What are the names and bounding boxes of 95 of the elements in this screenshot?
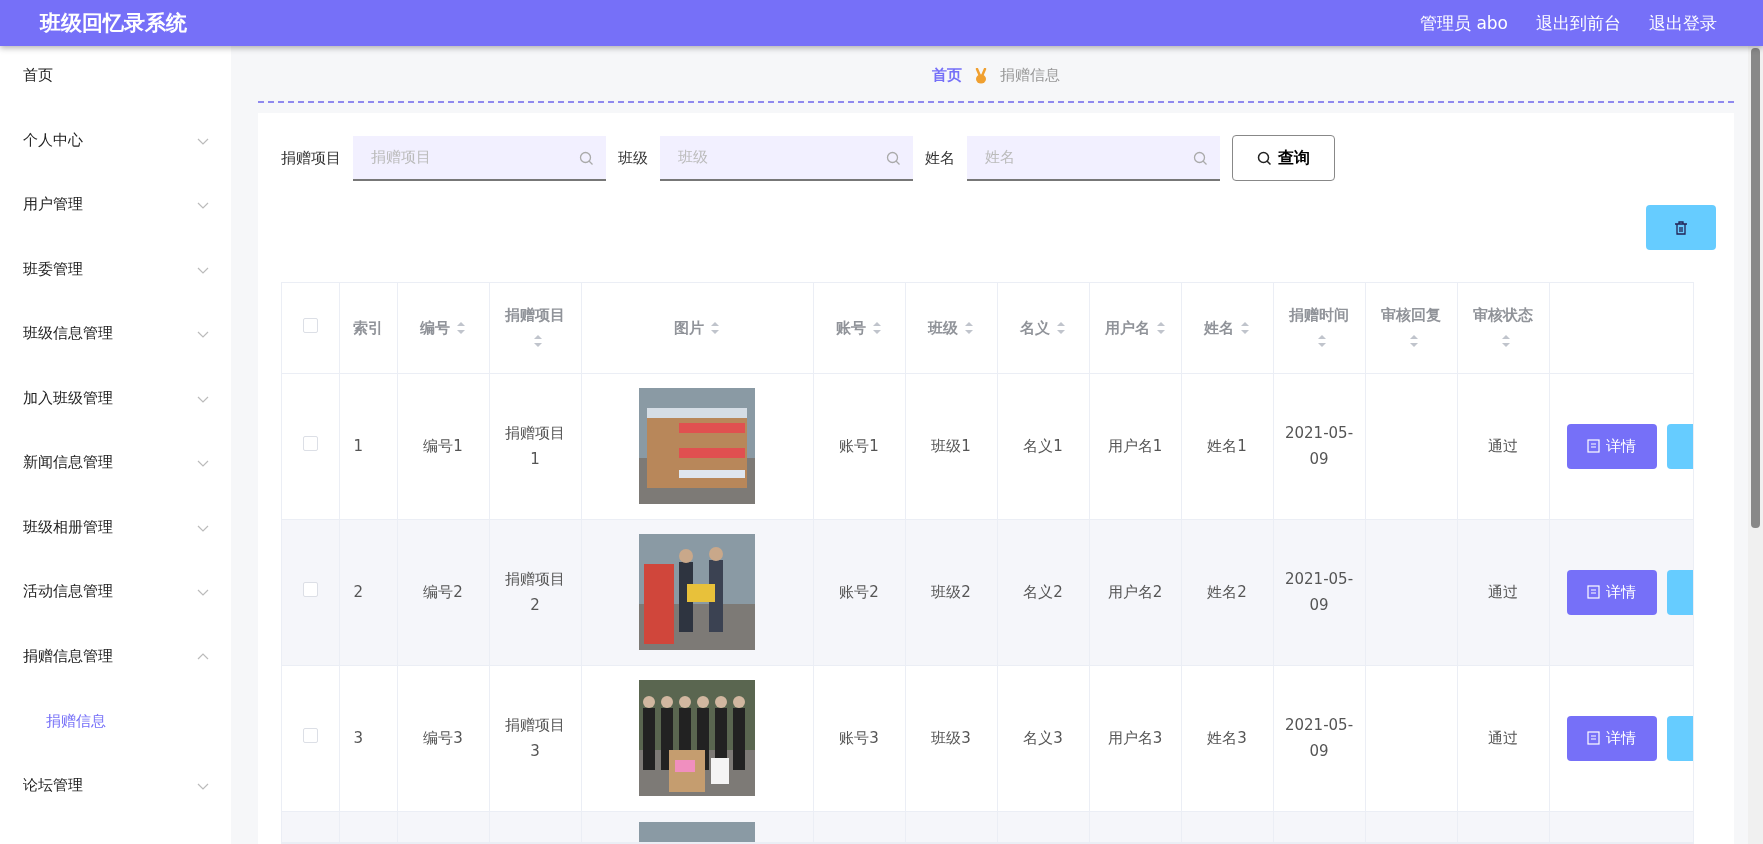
sidebar-item[interactable]: 加入班级管理 — [23, 388, 113, 408]
sidebar-item[interactable]: 个人中心 — [23, 130, 83, 150]
sort-icon[interactable] — [964, 321, 974, 336]
table-cell: 账号1 — [839, 437, 879, 455]
detail-button[interactable]: 详情 — [1566, 423, 1657, 469]
search-field[interactable]: 姓名 — [967, 135, 1220, 181]
table-cell: 通过 — [1488, 583, 1518, 601]
sort-icon[interactable] — [1155, 321, 1166, 336]
column-header[interactable]: 账号 — [836, 318, 866, 337]
sort-icon[interactable] — [710, 321, 720, 336]
column-header[interactable]: 图片 — [674, 318, 704, 337]
table-cell: 用户名2 — [1107, 583, 1163, 601]
detail-button[interactable]: 详情 — [1566, 715, 1657, 761]
table-cell: 2 — [353, 583, 364, 601]
search-icon — [886, 150, 901, 166]
table-cell: 班级2 — [931, 583, 971, 601]
checkbox[interactable] — [302, 582, 318, 597]
scrollbar[interactable] — [1748, 46, 1763, 844]
table-cell: 名义1 — [1023, 437, 1063, 455]
sort-icon[interactable] — [872, 321, 882, 336]
table-cell: 2021-05-09 — [1284, 570, 1354, 614]
table-cell: 名义3 — [1023, 729, 1063, 747]
table-cell: 姓名2 — [1207, 583, 1247, 601]
table-cell: 通过 — [1488, 729, 1518, 747]
header-link[interactable]: 退出登录 — [1649, 11, 1717, 35]
column-header[interactable]: 编号 — [420, 318, 450, 337]
field-label: 班级 — [618, 148, 648, 168]
table-cell: 捐赠项目1 — [505, 424, 565, 468]
table-cell: 姓名3 — [1207, 729, 1247, 747]
sidebar-item[interactable]: 用户管理 — [23, 195, 83, 214]
breadcrumb-item[interactable]: 首页 — [932, 66, 962, 85]
search-icon — [579, 150, 594, 166]
column-header[interactable]: 捐赠时间 — [1289, 305, 1349, 324]
sidebar-item[interactable]: 班级信息管理 — [23, 324, 113, 343]
table-cell: 编号1 — [423, 437, 463, 455]
column-header[interactable]: 审核回复 — [1381, 305, 1441, 324]
checkbox[interactable] — [302, 436, 318, 451]
table-cell: 3 — [353, 729, 364, 747]
sort-icon[interactable] — [1409, 334, 1419, 349]
sidebar-item[interactable]: 新闻信息管理 — [23, 453, 113, 472]
table-cell: 通过 — [1488, 437, 1518, 455]
search-button[interactable]: 查询 — [1232, 135, 1335, 181]
checkbox[interactable] — [302, 317, 318, 333]
search-icon — [1193, 150, 1208, 166]
column-header[interactable]: 捐赠项目 — [505, 305, 565, 324]
table-cell: 编号3 — [423, 729, 463, 747]
field-label: 捐赠项目 — [281, 148, 341, 168]
sort-icon[interactable] — [456, 321, 466, 336]
column-header[interactable]: 用户名 — [1104, 318, 1150, 337]
checkbox[interactable] — [302, 728, 318, 743]
table-cell: 班级3 — [931, 729, 971, 747]
table-cell: 账号3 — [839, 729, 879, 747]
document-icon — [1587, 731, 1600, 745]
search-icon — [1257, 150, 1272, 166]
table-cell: 2021-05-09 — [1284, 716, 1354, 760]
table-cell: 1 — [353, 437, 364, 455]
table-cell: 姓名1 — [1207, 437, 1247, 455]
column-header: 索引 — [353, 318, 383, 337]
search-field[interactable]: 班级 — [660, 135, 913, 181]
sidebar-item[interactable]: 首页 — [23, 66, 53, 85]
sort-icon[interactable] — [533, 334, 543, 349]
header-link[interactable]: 管理员 abo — [1420, 11, 1508, 35]
sidebar-item[interactable]: 班级相册管理 — [23, 517, 113, 537]
trash-icon — [1673, 219, 1689, 236]
sort-icon[interactable] — [1056, 321, 1066, 336]
table-cell: 2021-05-09 — [1284, 424, 1354, 468]
sidebar-item[interactable]: 捐赠信息管理 — [23, 646, 113, 666]
table-cell: 捐赠项目2 — [505, 570, 565, 614]
detail-button[interactable]: 详情 — [1566, 569, 1657, 615]
column-header[interactable]: 姓名 — [1204, 318, 1234, 337]
table-cell: 用户名3 — [1107, 729, 1163, 747]
field-label: 姓名 — [925, 148, 955, 168]
sidebar-item[interactable]: 活动信息管理 — [23, 582, 113, 601]
sort-icon[interactable] — [1240, 321, 1250, 336]
table-cell: 名义2 — [1023, 583, 1063, 601]
sort-icon[interactable] — [1317, 334, 1327, 349]
column-header[interactable]: 审核状态 — [1473, 305, 1533, 324]
sidebar-subitem[interactable]: 捐赠信息 — [46, 712, 106, 730]
document-icon — [1587, 585, 1600, 599]
table-cell: 用户名1 — [1107, 437, 1163, 455]
delete-button[interactable] — [1646, 205, 1716, 250]
app-title: 班级回忆录系统 — [40, 10, 187, 37]
document-icon — [1587, 439, 1600, 453]
table-cell: 捐赠项目3 — [505, 716, 565, 760]
table-cell: 账号2 — [839, 583, 879, 601]
table-cell: 班级1 — [931, 437, 971, 455]
sidebar-item[interactable]: 论坛管理 — [23, 775, 83, 795]
breadcrumb-item[interactable]: 捐赠信息 — [1000, 66, 1060, 85]
search-field[interactable]: 捐赠项目 — [353, 135, 606, 181]
header-link[interactable]: 退出到前台 — [1536, 11, 1621, 35]
column-header[interactable]: 名义 — [1020, 318, 1050, 337]
column-header[interactable]: 班级 — [928, 318, 958, 337]
table-cell: 编号2 — [423, 583, 463, 601]
sort-icon[interactable] — [1501, 334, 1511, 349]
sidebar-item[interactable]: 班委管理 — [23, 259, 83, 279]
